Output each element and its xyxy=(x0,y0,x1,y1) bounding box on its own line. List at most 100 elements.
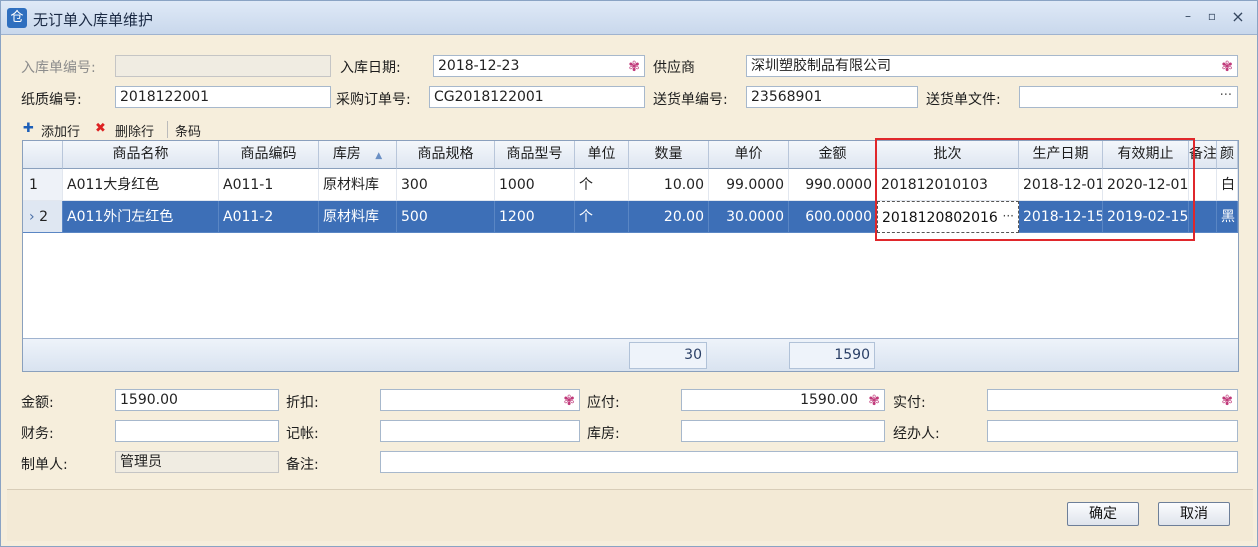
remark-label: 备注: xyxy=(286,457,319,473)
col-header-expiry[interactable]: 有效期止 xyxy=(1103,141,1189,169)
finance-field[interactable] xyxy=(115,420,279,442)
warehouse-label: 库房: xyxy=(587,426,620,442)
browse-dots-icon[interactable]: ··· xyxy=(1220,87,1232,106)
col-header-price[interactable]: 单价 xyxy=(709,141,789,169)
add-row-button[interactable]: 添加行 xyxy=(41,121,80,140)
cell-amount[interactable]: 600.0000 xyxy=(789,201,877,233)
delete-x-icon[interactable]: ✖ xyxy=(95,121,106,136)
po-field[interactable]: CG2018122001 xyxy=(429,86,645,108)
col-header-amount[interactable]: 金额 xyxy=(789,141,877,169)
paid-field[interactable]: ✾ xyxy=(987,389,1238,411)
items-grid[interactable]: 商品名称 商品编码 库房 ▲ 商品规格 商品型号 单位 数量 单价 金额 批次 … xyxy=(22,140,1239,372)
receipt-date-field[interactable]: 2018-12-23 ✾ xyxy=(433,55,645,77)
cell-unit[interactable]: 个 xyxy=(575,201,629,233)
cell-code[interactable]: A011-2 xyxy=(219,201,319,233)
discount-picker-icon[interactable]: ✾ xyxy=(563,391,575,410)
cell-name[interactable]: A011外门左红色 xyxy=(63,201,219,233)
col-header-spec[interactable]: 商品规格 xyxy=(397,141,495,169)
cell-model[interactable]: 1200 xyxy=(495,201,575,233)
bookkeep-label: 记帐: xyxy=(286,426,319,442)
total-qty: 30 xyxy=(629,342,707,369)
barcode-button[interactable]: 条码 xyxy=(175,121,201,140)
receipt-no-label: 入库单编号: xyxy=(21,60,96,76)
cell-prod-date[interactable]: 2018-12-15 xyxy=(1019,201,1103,233)
paper-no-label: 纸质编号: xyxy=(21,92,82,108)
paid-picker-icon[interactable]: ✾ xyxy=(1221,391,1233,410)
cell-amount[interactable]: 990.0000 xyxy=(789,169,877,201)
delivery-no-label: 送货单编号: xyxy=(653,92,728,108)
current-row-indicator-icon: › xyxy=(29,209,35,225)
supplier-field[interactable]: 深圳塑胶制品有限公司 ✾ xyxy=(746,55,1238,77)
col-header-name[interactable]: 商品名称 xyxy=(63,141,219,169)
delivery-no-field[interactable]: 23568901 xyxy=(746,86,918,108)
cell-price[interactable]: 30.0000 xyxy=(709,201,789,233)
payable-field[interactable]: 1590.00 ✾ xyxy=(681,389,885,411)
title-bar: 仓 无订单入库单维护 – ▫ × xyxy=(1,1,1257,35)
payable-label: 应付: xyxy=(587,395,620,411)
cell-name[interactable]: A011大身红色 xyxy=(63,169,219,201)
plus-icon[interactable]: ✚ xyxy=(23,121,34,136)
col-header-batch[interactable]: 批次 xyxy=(877,141,1019,169)
cell-expiry[interactable]: 2019-02-15 xyxy=(1103,201,1189,233)
cell-batch-editor[interactable]: 2018120802016 ··· xyxy=(877,201,1019,233)
maximize-button[interactable]: ▫ xyxy=(1203,9,1221,23)
cell-color[interactable]: 白 xyxy=(1217,169,1238,201)
cell-warehouse[interactable]: 原材料库 xyxy=(319,201,397,233)
cell-spec[interactable]: 300 xyxy=(397,169,495,201)
cell-qty[interactable]: 20.00 xyxy=(629,201,709,233)
discount-label: 折扣: xyxy=(286,395,319,411)
cell-model[interactable]: 1000 xyxy=(495,169,575,201)
col-header-qty[interactable]: 数量 xyxy=(629,141,709,169)
cell-note[interactable] xyxy=(1189,169,1217,201)
sort-asc-icon: ▲ xyxy=(375,151,383,161)
handler-field[interactable] xyxy=(987,420,1238,442)
col-header-note[interactable]: 备注 xyxy=(1189,141,1217,169)
col-header-prod-date[interactable]: 生产日期 xyxy=(1019,141,1103,169)
cancel-button[interactable]: 取消 xyxy=(1158,502,1230,526)
supplier-picker-icon[interactable]: ✾ xyxy=(1221,57,1233,76)
payable-picker-icon[interactable]: ✾ xyxy=(868,391,880,410)
receipt-date-label: 入库日期: xyxy=(340,60,401,76)
receipt-no-field[interactable] xyxy=(115,55,331,77)
cell-qty[interactable]: 10.00 xyxy=(629,169,709,201)
cell-batch[interactable]: 201812010103 xyxy=(877,169,1019,201)
col-header-model[interactable]: 商品型号 xyxy=(495,141,575,169)
cell-note[interactable] xyxy=(1189,201,1217,233)
close-button[interactable]: × xyxy=(1229,7,1247,26)
row-number: › 2 xyxy=(23,201,63,233)
remark-field[interactable] xyxy=(380,451,1238,473)
cell-spec[interactable]: 500 xyxy=(397,201,495,233)
supplier-value: 深圳塑胶制品有限公司 xyxy=(751,58,891,74)
cell-warehouse[interactable]: 原材料库 xyxy=(319,169,397,201)
delivery-file-label: 送货单文件: xyxy=(926,92,1001,108)
cell-prod-date[interactable]: 2018-12-01 xyxy=(1019,169,1103,201)
calendar-picker-icon[interactable]: ✾ xyxy=(628,57,640,76)
window: 仓 无订单入库单维护 – ▫ × 入库单编号: 入库日期: 2018-12-23… xyxy=(0,0,1258,547)
cell-unit[interactable]: 个 xyxy=(575,169,629,201)
delete-row-button[interactable]: 删除行 xyxy=(115,121,154,140)
creator-label: 制单人: xyxy=(21,457,68,473)
delivery-file-field[interactable]: ··· xyxy=(1019,86,1238,108)
col-header-warehouse[interactable]: 库房 ▲ xyxy=(319,141,397,169)
warehouse-field[interactable] xyxy=(681,420,885,442)
batch-browse-dots-icon[interactable]: ··· xyxy=(1003,202,1014,232)
cell-expiry[interactable]: 2020-12-01 xyxy=(1103,169,1189,201)
bookkeep-field[interactable] xyxy=(380,420,580,442)
col-header-unit[interactable]: 单位 xyxy=(575,141,629,169)
creator-field[interactable]: 管理员 xyxy=(115,451,279,473)
ok-button[interactable]: 确定 xyxy=(1067,502,1139,526)
col-header-code[interactable]: 商品编码 xyxy=(219,141,319,169)
app-icon: 仓 xyxy=(7,8,27,28)
finance-label: 财务: xyxy=(21,426,54,442)
minimize-button[interactable]: – xyxy=(1179,9,1197,23)
cell-price[interactable]: 99.0000 xyxy=(709,169,789,201)
discount-field[interactable]: ✾ xyxy=(380,389,580,411)
cell-color[interactable]: 黑 xyxy=(1217,201,1238,233)
amount-field[interactable]: 1590.00 xyxy=(115,389,279,411)
cell-code[interactable]: A011-1 xyxy=(219,169,319,201)
toolbar-divider xyxy=(167,121,168,138)
paper-no-field[interactable]: 2018122001 xyxy=(115,86,331,108)
paid-label: 实付: xyxy=(893,395,926,411)
col-header-color[interactable]: 颜 xyxy=(1217,141,1238,169)
payable-value: 1590.00 xyxy=(800,392,858,408)
